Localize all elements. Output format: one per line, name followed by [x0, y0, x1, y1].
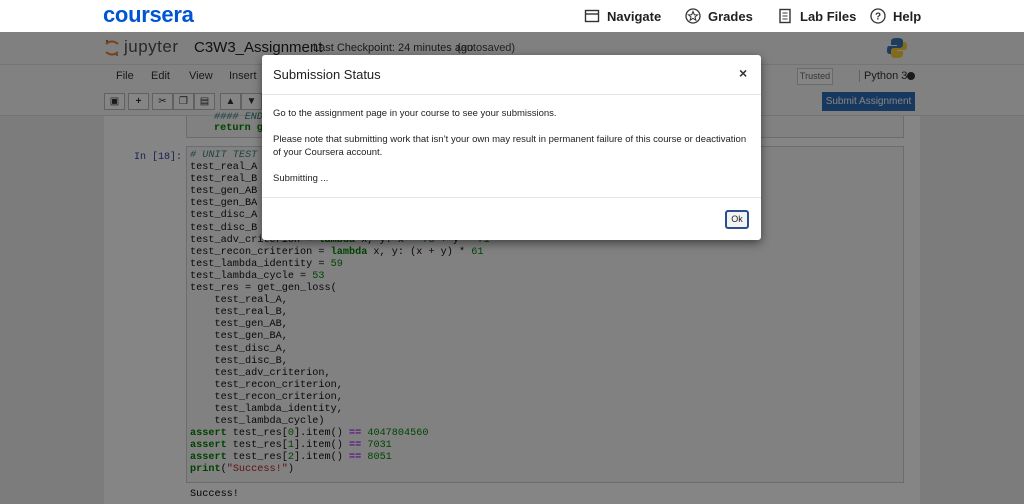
help-button[interactable]: ? Help	[870, 0, 921, 32]
lab-files-label: Lab Files	[800, 8, 857, 24]
close-icon[interactable]: ×	[739, 65, 747, 81]
help-icon: ?	[870, 8, 886, 24]
dialog-message-submitting: Submitting ...	[273, 173, 329, 184]
grades-button[interactable]: Grades	[685, 0, 753, 32]
navigate-button[interactable]: Navigate	[584, 0, 661, 32]
grades-label: Grades	[708, 8, 753, 24]
dialog-title: Submission Status	[273, 67, 381, 82]
submission-status-dialog: Submission Status × Go to the assignment…	[262, 55, 761, 240]
dialog-message-warning: Please note that submitting work that is…	[273, 134, 747, 158]
svg-text:?: ?	[875, 12, 881, 23]
navigate-label: Navigate	[607, 8, 662, 24]
dialog-footer: Ok	[262, 197, 761, 240]
ok-button[interactable]: Ok	[725, 210, 749, 229]
navigate-icon	[584, 9, 600, 23]
dialog-header: Submission Status ×	[262, 55, 761, 95]
dialog-message-submissions: Go to the assignment page in your course…	[273, 108, 557, 119]
lab-files-button[interactable]: Lab Files	[777, 0, 856, 32]
coursera-header: coursera Navigate Grades Lab Files ? Hel…	[0, 0, 1024, 32]
dialog-body: Go to the assignment page in your course…	[273, 107, 750, 198]
coursera-logo[interactable]: coursera	[103, 2, 194, 28]
file-icon	[779, 8, 791, 24]
help-label: Help	[893, 8, 922, 24]
grades-star-icon	[685, 8, 701, 24]
